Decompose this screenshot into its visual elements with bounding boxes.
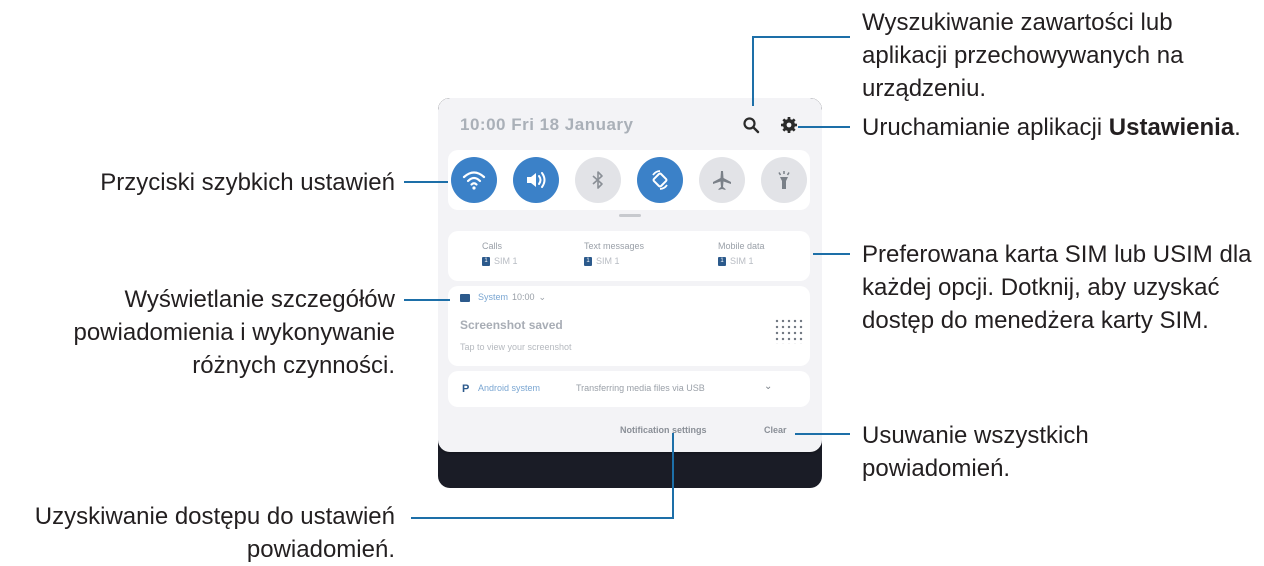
notification-card[interactable]: System 10:00 ⌄ Screenshot saved Tap to vie… [448,286,810,366]
notification-panel: 10:00 Fri 18 January Calls 1 SIM 1 Text … [438,98,822,452]
callout-clear: Usuwanie wszystkich powiadomień. [862,419,1089,485]
sim-preferences-bar: Calls 1 SIM 1 Text messages 1 SIM 1 Mobile… [448,231,810,281]
callout-details-line-2: powiadomienia i wykonywanie [73,319,395,346]
sound-toggle[interactable] [513,157,559,203]
callout-settings-prefix: Uruchamianie aplikacji [862,114,1109,141]
callout-line-quick [404,181,448,183]
sim-data-label: Mobile data [718,241,765,251]
sim-text-value: SIM 1 [596,256,620,266]
callout-quick-settings: Przyciski szybkich ustawień [100,169,395,196]
callout-sim-line-3: dostęp do menedżera karty SIM. [862,307,1209,334]
status-bar-time-date: 10:00 Fri 18 January [460,115,634,134]
screenshot-thumbnail [774,318,804,344]
notification-meta: System 10:00 ⌄ [478,292,546,303]
callout-details: Wyświetlanie szczegółów powiadomienia i … [73,283,395,382]
callout-sim-line-2: każdej opcji. Dotknij, aby uzyskać [862,274,1220,301]
sim-mobile-data[interactable]: Mobile data 1 SIM 1 [718,241,765,266]
sim-calls-value: SIM 1 [494,256,518,266]
chevron-down-icon[interactable]: ⌄ [539,292,547,302]
sim-card-icon: 1 [584,256,592,266]
callout-line-search-h [752,36,850,38]
wifi-toggle[interactable] [451,157,497,203]
callout-line-notif-settings-v [672,433,674,519]
callout-notif-settings-line-2: powiadomień. [246,536,395,563]
sim-calls-label: Calls [482,241,503,251]
notification-subtitle: Tap to view your screenshot [460,342,572,352]
chevron-down-icon[interactable]: ⌄ [764,381,772,392]
bluetooth-toggle[interactable] [575,157,621,203]
quick-settings-bar [448,150,810,210]
sim-card-icon: 1 [482,256,490,266]
sim-data-value: SIM 1 [730,256,754,266]
gear-icon[interactable] [780,116,798,134]
search-icon[interactable] [742,116,760,134]
callout-details-line-1: Wyświetlanie szczegółów [124,286,395,313]
usb-icon: P [462,383,470,395]
callout-details-line-3: różnych czynności. [192,352,395,379]
notification-time: 10:00 [512,292,535,302]
callout-line-clear [795,433,850,435]
callout-settings-bold: Ustawienia [1108,114,1235,141]
callout-line-notif-settings-h [411,517,674,519]
flashlight-toggle[interactable] [761,157,807,203]
callout-line-sim [813,253,850,255]
auto-rotate-toggle[interactable] [637,157,683,203]
flashlight-icon [778,171,790,189]
notification2-message: Transferring media files via USB [576,383,705,393]
callout-line-settings [798,126,850,128]
phone-screen: 10:00 Fri 18 January Calls 1 SIM 1 Text … [438,98,822,488]
notification-app-name: System [478,292,509,302]
callout-clear-line-1: Usuwanie wszystkich [862,422,1089,449]
clear-button[interactable]: Clear [764,425,787,435]
callout-settings: Uruchamianie aplikacji Ustawienia. [862,111,1241,144]
bluetooth-icon [592,171,603,189]
callout-sim: Preferowana karta SIM lub USIM dla każde… [862,238,1252,337]
callout-search-line-1: Wyszukiwanie zawartości lub [862,9,1173,36]
callout-search-line-3: urządzeniu. [862,75,987,102]
wifi-icon [462,171,486,190]
callout-notif-settings-line-1: Uzyskiwanie dostępu do ustawień [34,503,395,530]
notification-title: Screenshot saved [460,318,563,332]
sim-text-label: Text messages [584,241,645,251]
notification-card-2[interactable]: P Android system Transferring media file… [448,371,810,407]
sim-text-messages[interactable]: Text messages 1 SIM 1 [584,241,644,266]
callout-sim-line-1: Preferowana karta SIM lub USIM dla [862,241,1252,268]
speaker-icon [527,172,546,188]
gallery-icon [460,294,470,302]
callout-settings-suffix: . [1234,114,1241,141]
callout-search: Wyszukiwanie zawartości lub aplikacji pr… [862,6,1184,105]
airplane-toggle[interactable] [699,157,745,203]
callout-notification-settings: Uzyskiwanie dostępu do ustawień powiadom… [35,500,395,566]
callout-line-details [404,299,450,301]
callout-search-line-2: aplikacji przechowywanych na [862,42,1184,69]
auto-rotate-icon [652,170,668,190]
panel-drag-handle[interactable] [619,214,641,217]
sim-card-icon: 1 [718,256,726,266]
callout-clear-line-2: powiadomień. [862,455,1011,482]
notification2-app-name: Android system [478,383,541,393]
notification-settings-button[interactable]: Notification settings [620,425,707,435]
callout-line-search-v [752,36,754,106]
sim-calls[interactable]: Calls 1 SIM 1 [482,241,518,266]
airplane-icon [713,171,731,190]
